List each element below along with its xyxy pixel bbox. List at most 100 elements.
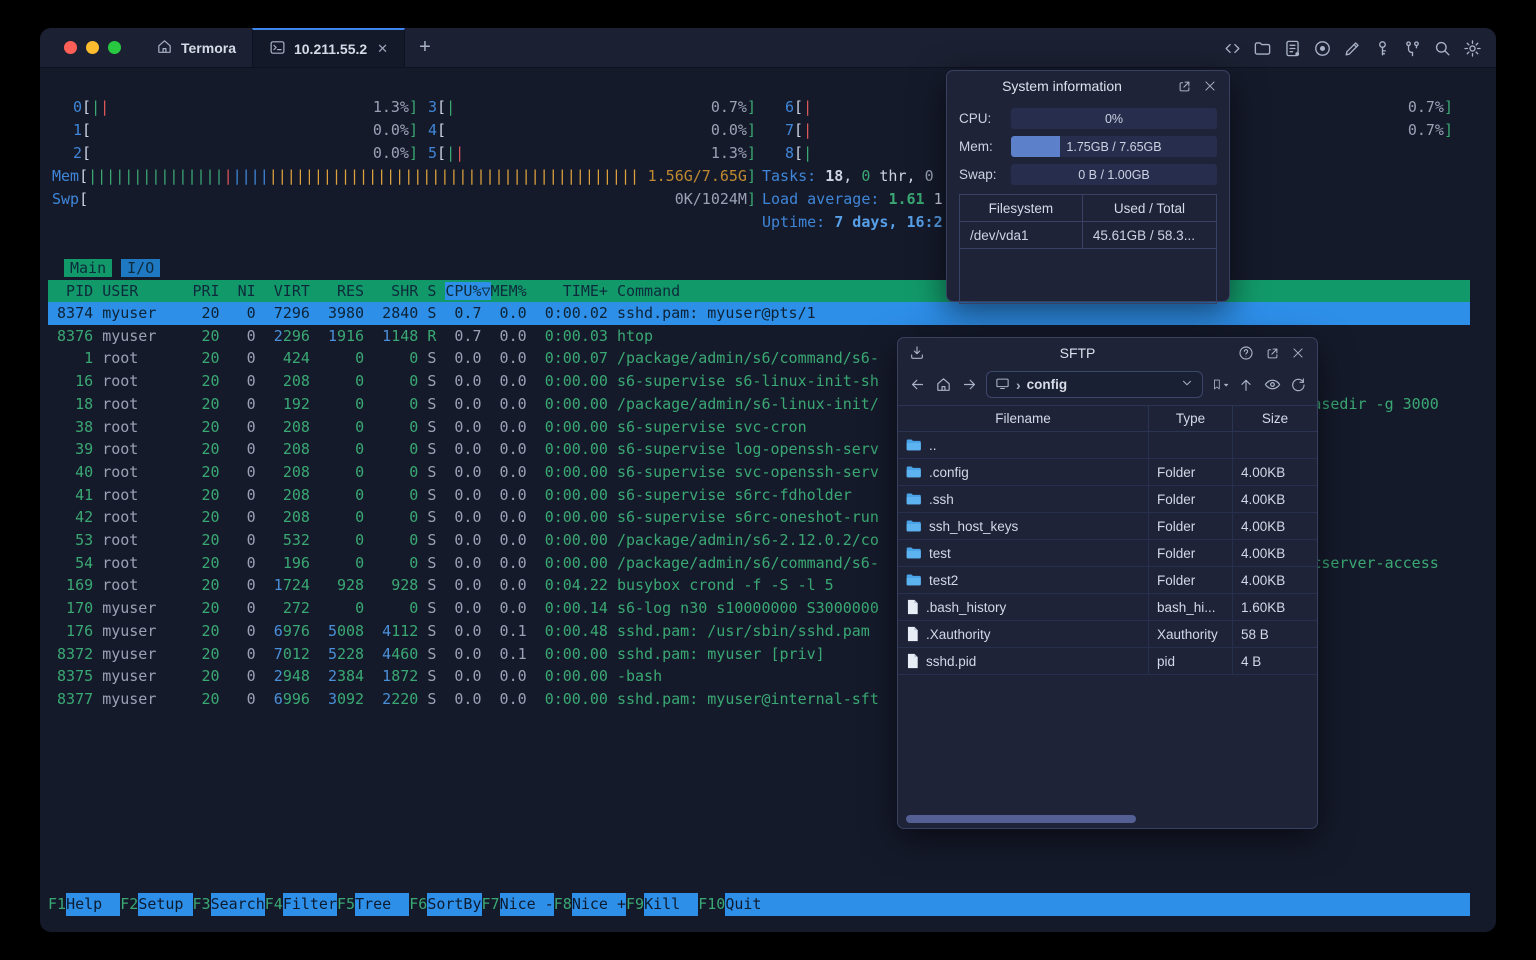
- back-icon[interactable]: [908, 376, 926, 394]
- record-icon[interactable]: [1313, 39, 1332, 58]
- process-table-header[interactable]: PID USER PRI NI VIRT RES SHR S CPU%▽MEM%…: [48, 280, 1470, 303]
- fkey-f7[interactable]: F7: [482, 893, 500, 916]
- file-row[interactable]: test2 Folder 4.00KB: [898, 567, 1317, 594]
- filesystem-table-header[interactable]: Filesystem Used / Total: [960, 195, 1216, 222]
- stat-progress-bar: 0%: [1011, 108, 1217, 129]
- folder-icon: [906, 439, 921, 451]
- file-row[interactable]: .ssh Folder 4.00KB: [898, 486, 1317, 513]
- file-name: ssh_host_keys: [929, 518, 1019, 534]
- file-row[interactable]: .Xauthority Xauthority 58 B: [898, 621, 1317, 648]
- column-filename[interactable]: Filename: [898, 406, 1149, 431]
- htop-tab-i-o[interactable]: I/O: [121, 259, 161, 277]
- fkey-f1[interactable]: F1: [48, 893, 66, 916]
- path-breadcrumb[interactable]: › config: [986, 371, 1203, 398]
- close-icon[interactable]: [1201, 77, 1219, 95]
- tab-termora[interactable]: Termora: [140, 28, 252, 67]
- key-icon[interactable]: [1373, 39, 1392, 58]
- sftp-titlebar: SFTP: [898, 338, 1317, 368]
- settings-icon[interactable]: [1463, 39, 1482, 58]
- column-type[interactable]: Type: [1149, 406, 1233, 431]
- fkey-f5[interactable]: F5: [337, 893, 355, 916]
- terminal-icon: [269, 39, 286, 59]
- column-size[interactable]: Size: [1233, 406, 1317, 431]
- fkey-f2[interactable]: F2: [120, 893, 138, 916]
- file-size: 4.00KB: [1241, 491, 1286, 507]
- search-icon[interactable]: [1433, 39, 1452, 58]
- fkey-f10[interactable]: F10: [698, 893, 725, 916]
- file-size: 4.00KB: [1241, 518, 1286, 534]
- folder-icon[interactable]: [1253, 39, 1272, 58]
- file-name: sshd.pid: [926, 653, 977, 669]
- tab-host[interactable]: 10.211.55.2 ✕: [251, 28, 406, 67]
- cpu-meter-0: 0[| | 1.3%]: [73, 98, 418, 116]
- swap-meter: Swp[0K/1024M]: [52, 190, 756, 208]
- edit-icon[interactable]: [1343, 39, 1362, 58]
- traffic-lights: [64, 41, 121, 54]
- close-icon[interactable]: [1289, 344, 1307, 362]
- log-icon[interactable]: [1283, 39, 1302, 58]
- file-type: Folder: [1149, 513, 1233, 539]
- forward-icon[interactable]: [960, 376, 978, 394]
- fkey-label-filter[interactable]: Filter: [282, 893, 337, 916]
- file-row[interactable]: sshd.pid pid 4 B: [898, 648, 1317, 675]
- file-size: 4 B: [1241, 653, 1262, 669]
- up-icon[interactable]: [1237, 376, 1255, 394]
- download-icon[interactable]: [908, 344, 926, 362]
- filesystem-row[interactable]: /dev/vda1 45.61GB / 58.3...: [960, 222, 1216, 249]
- file-row[interactable]: ssh_host_keys Folder 4.00KB: [898, 513, 1317, 540]
- home-icon: [156, 38, 173, 58]
- file-row[interactable]: ..: [898, 432, 1317, 459]
- fkey-label-kill[interactable]: Kill: [644, 893, 699, 916]
- htop-tab-main[interactable]: Main: [64, 259, 113, 277]
- keychain-icon[interactable]: [1403, 39, 1422, 58]
- minimize-window-button[interactable]: [86, 41, 99, 54]
- uptime-line: Uptime: 7 days, 16:2: [762, 213, 943, 231]
- fkey-label-quit[interactable]: Quit: [725, 893, 780, 916]
- process-row[interactable]: 8374 myuser 20 0 7296 3980 2840 S 0.7 0.…: [48, 302, 1470, 325]
- eye-icon[interactable]: [1263, 376, 1281, 394]
- external-link-icon[interactable]: [1175, 77, 1193, 95]
- breadcrumb-separator: ›: [1016, 376, 1021, 393]
- fkey-f6[interactable]: F6: [409, 893, 427, 916]
- file-size: 1.60KB: [1241, 599, 1286, 615]
- stat-cpu: CPU: 0%: [959, 108, 1217, 129]
- file-row[interactable]: .bash_history bash_hi... 1.60KB: [898, 594, 1317, 621]
- close-tab-icon[interactable]: ✕: [377, 41, 388, 57]
- stat-value: 1.75GB / 7.65GB: [1066, 139, 1162, 154]
- fkey-f9[interactable]: F9: [626, 893, 644, 916]
- fkey-label-nice-[interactable]: Nice +: [571, 893, 626, 916]
- fkey-label-search[interactable]: Search: [210, 893, 265, 916]
- horizontal-scrollbar[interactable]: [906, 815, 1136, 823]
- fkey-label-sortby[interactable]: SortBy: [427, 893, 482, 916]
- file-row[interactable]: .config Folder 4.00KB: [898, 459, 1317, 486]
- home-icon[interactable]: [934, 376, 952, 394]
- fkey-f8[interactable]: F8: [554, 893, 572, 916]
- stat-value: 0%: [1104, 111, 1124, 126]
- help-icon[interactable]: [1237, 344, 1255, 362]
- stat-value: 0 B / 1.00GB: [1078, 167, 1150, 182]
- file-row[interactable]: test Folder 4.00KB: [898, 540, 1317, 567]
- breadcrumb-path: config: [1026, 377, 1068, 392]
- fkey-label-setup[interactable]: Setup: [138, 893, 193, 916]
- new-tab-button[interactable]: +: [405, 28, 445, 67]
- file-type: Folder: [1149, 540, 1233, 566]
- bookmark-icon[interactable]: [1211, 376, 1229, 394]
- sftp-toolbar: › config: [898, 368, 1317, 405]
- fkey-label-nice-[interactable]: Nice -: [499, 893, 554, 916]
- fkey-f3[interactable]: F3: [193, 893, 211, 916]
- close-window-button[interactable]: [64, 41, 77, 54]
- external-link-icon[interactable]: [1263, 344, 1281, 362]
- refresh-icon[interactable]: [1289, 376, 1307, 394]
- stat-swap: Swap: 0 B / 1.00GB: [959, 164, 1217, 185]
- sort-column-cpu[interactable]: CPU%▽: [445, 282, 491, 300]
- code-icon[interactable]: [1223, 39, 1242, 58]
- file-table-header[interactable]: Filename Type Size: [898, 405, 1317, 432]
- fkey-f4[interactable]: F4: [265, 893, 283, 916]
- chevron-down-icon[interactable]: [1180, 376, 1194, 393]
- file-type: pid: [1149, 648, 1233, 674]
- system-information-title: System information: [1002, 78, 1122, 94]
- fkey-label-tree[interactable]: Tree: [355, 893, 410, 916]
- zoom-window-button[interactable]: [108, 41, 121, 54]
- fkey-label-help[interactable]: Help: [66, 893, 121, 916]
- tab-host-label: 10.211.55.2: [293, 40, 368, 57]
